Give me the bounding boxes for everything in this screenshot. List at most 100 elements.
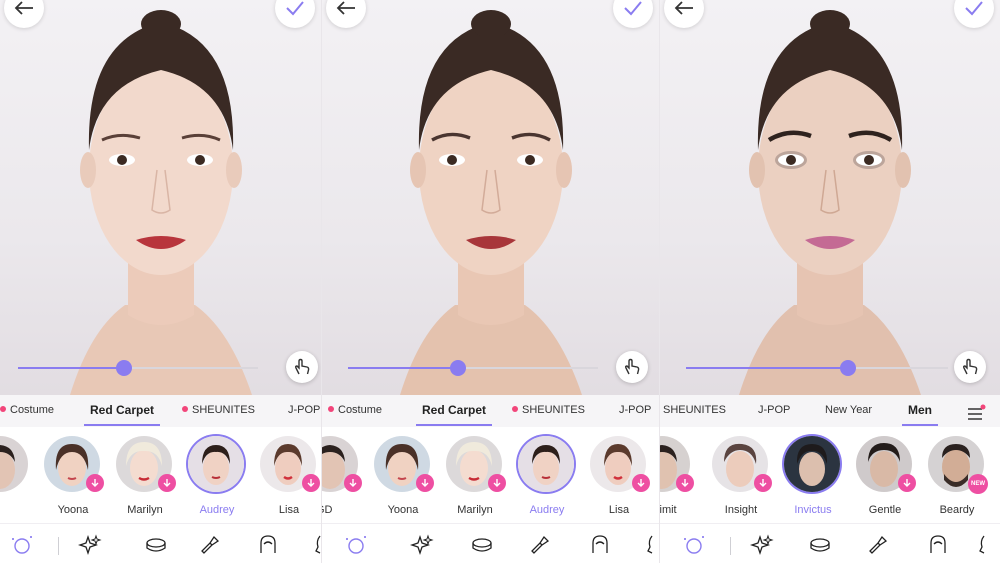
tab-sheunites[interactable]: SHEUNITES — [663, 404, 726, 427]
download-icon[interactable] — [302, 474, 320, 492]
look-name: Insight — [724, 504, 758, 516]
tab-new-year[interactable]: New Year — [825, 404, 872, 427]
face-photo — [322, 0, 659, 395]
lipstick-icon[interactable] — [866, 533, 890, 557]
tab-red-carpet[interactable]: Red Carpet — [84, 403, 161, 426]
tab-red-carpet[interactable]: Red Carpet — [416, 403, 493, 426]
look-item-selected[interactable]: Invictus — [784, 436, 842, 516]
sparkle-icon[interactable] — [78, 533, 102, 557]
download-icon[interactable] — [344, 474, 362, 492]
bottom-toolbar — [0, 523, 321, 563]
tab-men[interactable]: Men — [902, 403, 938, 426]
sparkle-icon[interactable] — [410, 533, 434, 557]
makeup-panel-1: Costume Red Carpet SHEUNITES J-POP D Yoo… — [0, 0, 322, 563]
slider-fill — [18, 367, 124, 369]
slider-knob[interactable] — [115, 360, 132, 376]
tab-j-pop[interactable]: J-POP — [758, 404, 790, 427]
compact-icon[interactable] — [808, 533, 832, 557]
face-sparkle-icon[interactable] — [10, 533, 34, 557]
intensity-slider[interactable] — [18, 360, 258, 376]
face-photo — [660, 0, 1000, 395]
look-item[interactable]: ılimit — [660, 436, 694, 516]
look-item-selected[interactable]: Audrey — [518, 436, 576, 516]
lipstick-icon[interactable] — [528, 533, 552, 557]
touch-edit-button[interactable] — [286, 351, 318, 383]
hair-icon[interactable] — [926, 533, 950, 557]
avatar — [188, 436, 244, 492]
tab-j-pop[interactable]: J-POP — [619, 404, 651, 427]
download-icon[interactable] — [86, 474, 104, 492]
bottom-toolbar — [660, 523, 1000, 563]
touch-edit-button[interactable] — [954, 351, 986, 383]
new-badge: NEW — [968, 474, 988, 494]
download-icon[interactable] — [754, 474, 772, 492]
look-item[interactable]: Yoona — [44, 436, 104, 516]
hand-tap-icon — [294, 358, 310, 375]
comparison-screens: Costume Red Carpet SHEUNITES J-POP D Yoo… — [0, 0, 1000, 563]
check-icon — [965, 1, 983, 16]
face-sparkle-icon[interactable] — [344, 533, 368, 557]
look-item[interactable]: Lisa — [590, 436, 650, 516]
look-name: Invictus — [794, 504, 832, 516]
look-item[interactable]: Marilyn — [446, 436, 506, 516]
hand-tap-icon — [624, 358, 640, 375]
tab-costume[interactable]: Costume — [0, 404, 54, 427]
makeup-panel-3: SHEUNITES J-POP New Year Men ılimit Insi… — [660, 0, 1000, 563]
tab-j-pop[interactable]: J-POP — [288, 404, 320, 427]
tab-sheunites[interactable]: SHEUNITES — [182, 404, 255, 427]
face-profile-icon[interactable] — [312, 533, 322, 557]
face-illustration — [399, 10, 582, 395]
tab-costume[interactable]: Costume — [328, 404, 382, 427]
makeup-panel-2: Costume Red Carpet SHEUNITES J-POP GD Yo… — [322, 0, 660, 563]
arrow-left-icon — [14, 1, 33, 15]
slider-fill — [686, 367, 849, 369]
avatar — [784, 436, 840, 492]
face-illustration — [739, 10, 921, 395]
download-icon[interactable] — [488, 474, 506, 492]
slider-knob[interactable] — [450, 360, 466, 376]
tab-sheunites[interactable]: SHEUNITES — [512, 404, 585, 427]
look-item[interactable]: Gentle — [856, 436, 916, 516]
look-item[interactable]: Insight — [712, 436, 772, 516]
menu-icon — [968, 404, 986, 420]
download-icon[interactable] — [158, 474, 176, 492]
touch-edit-button[interactable] — [616, 351, 648, 383]
compact-icon[interactable] — [470, 533, 494, 557]
look-name: Marilyn — [127, 504, 163, 516]
intensity-slider[interactable] — [348, 360, 598, 376]
arrow-left-icon — [674, 1, 693, 15]
compact-icon[interactable] — [144, 533, 168, 557]
look-category-tabs: Costume Red Carpet SHEUNITES J-POP — [322, 395, 659, 427]
hair-icon[interactable] — [256, 533, 280, 557]
toolbar-divider — [58, 537, 59, 555]
look-list: ılimit Insight Invictus Gentle NEW Beard… — [660, 427, 1000, 523]
lipstick-icon[interactable] — [198, 533, 222, 557]
download-icon[interactable] — [898, 474, 916, 492]
look-list: GD Yoona Marilyn Audrey Lisa — [322, 427, 659, 523]
check-icon — [286, 1, 304, 16]
menu-button[interactable] — [966, 404, 986, 427]
face-sparkle-icon[interactable] — [682, 533, 706, 557]
look-item[interactable]: Yoona — [374, 436, 434, 516]
look-item[interactable]: NEW Beardy — [928, 436, 988, 516]
look-list: D Yoona Marilyn Audrey Lisa — [0, 427, 321, 523]
look-item[interactable]: Marilyn — [116, 436, 176, 516]
look-name: Yoona — [57, 504, 89, 516]
look-item[interactable]: D — [0, 436, 30, 516]
slider-fill — [348, 367, 458, 369]
download-icon[interactable] — [632, 474, 650, 492]
hair-icon[interactable] — [588, 533, 612, 557]
sparkle-icon[interactable] — [750, 533, 774, 557]
avatar — [518, 436, 574, 492]
look-category-tabs: SHEUNITES J-POP New Year Men — [660, 395, 1000, 427]
look-item-selected[interactable]: Audrey — [188, 436, 246, 516]
download-icon[interactable] — [416, 474, 434, 492]
face-profile-icon[interactable] — [644, 533, 660, 557]
look-name: Gentle — [868, 504, 902, 516]
look-item[interactable]: GD — [322, 436, 362, 516]
face-photo — [0, 0, 321, 395]
intensity-slider[interactable] — [686, 360, 948, 376]
look-item[interactable]: Lisa — [260, 436, 320, 516]
download-icon[interactable] — [676, 474, 694, 492]
face-profile-icon[interactable] — [976, 533, 1000, 557]
